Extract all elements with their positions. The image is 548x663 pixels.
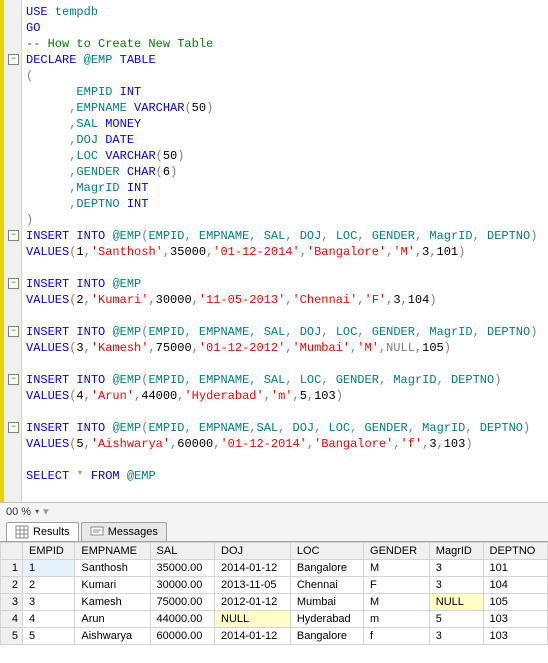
- grid-cell[interactable]: 105: [483, 594, 547, 611]
- grid-cell[interactable]: M: [364, 560, 430, 577]
- zoom-value[interactable]: 00 %: [6, 506, 31, 518]
- grid-cell[interactable]: 2012-01-12: [215, 594, 291, 611]
- grid-cell[interactable]: 5: [429, 611, 483, 628]
- zoom-separator: ▾: [43, 505, 49, 518]
- grid-cell[interactable]: 3: [429, 577, 483, 594]
- zoom-dropdown-icon[interactable]: ▾: [35, 507, 39, 516]
- row-number[interactable]: 5: [1, 628, 23, 645]
- grid-cell[interactable]: Aishwarya: [75, 628, 150, 645]
- grid-cell[interactable]: Hyderabad: [290, 611, 363, 628]
- tab-messages-label: Messages: [108, 526, 158, 538]
- grid-cell[interactable]: Santhosh: [75, 560, 150, 577]
- table-row[interactable]: 11Santhosh35000.002014-01-12BangaloreM31…: [1, 560, 548, 577]
- zoom-toolbar: 00 % ▾ ▾: [0, 502, 548, 520]
- tab-messages[interactable]: Messages: [81, 522, 167, 541]
- column-header[interactable]: DEPTNO: [483, 543, 547, 560]
- column-header[interactable]: LOC: [290, 543, 363, 560]
- grid-cell[interactable]: 2014-01-12: [215, 628, 291, 645]
- row-number[interactable]: 4: [1, 611, 23, 628]
- grid-cell[interactable]: Kamesh: [75, 594, 150, 611]
- grid-cell[interactable]: Mumbai: [290, 594, 363, 611]
- messages-icon: [90, 525, 104, 539]
- grid-cell[interactable]: 3: [23, 594, 75, 611]
- tab-results-label: Results: [33, 526, 70, 538]
- column-header[interactable]: SAL: [150, 543, 214, 560]
- column-header[interactable]: MagrID: [429, 543, 483, 560]
- grid-cell[interactable]: F: [364, 577, 430, 594]
- outline-collapse-icon[interactable]: −: [8, 422, 19, 433]
- grid-cell[interactable]: 101: [483, 560, 547, 577]
- grid-cell[interactable]: 75000.00: [150, 594, 214, 611]
- grid-cell[interactable]: 2: [23, 577, 75, 594]
- grid-cell[interactable]: Arun: [75, 611, 150, 628]
- grid-cell[interactable]: Bangalore: [290, 560, 363, 577]
- outline-collapse-icon[interactable]: −: [8, 326, 19, 337]
- column-header[interactable]: GENDER: [364, 543, 430, 560]
- tab-results[interactable]: Results: [6, 522, 79, 541]
- grid-cell[interactable]: 103: [483, 628, 547, 645]
- outline-collapse-icon[interactable]: −: [8, 374, 19, 385]
- code-area[interactable]: USE tempdbGO-- How to Create New TableDE…: [26, 4, 548, 500]
- grid-cell[interactable]: Chennai: [290, 577, 363, 594]
- outline-collapse-icon[interactable]: −: [8, 230, 19, 241]
- row-number[interactable]: 1: [1, 560, 23, 577]
- sql-editor[interactable]: USE tempdbGO-- How to Create New TableDE…: [0, 0, 548, 502]
- table-row[interactable]: 44Arun44000.00NULLHyderabadm5103: [1, 611, 548, 628]
- grid-cell[interactable]: 2013-11-05: [215, 577, 291, 594]
- column-header[interactable]: EMPID: [23, 543, 75, 560]
- grid-cell[interactable]: 4: [23, 611, 75, 628]
- table-row[interactable]: 55Aishwarya60000.002014-01-12Bangaloref3…: [1, 628, 548, 645]
- grid-cell[interactable]: 30000.00: [150, 577, 214, 594]
- column-header[interactable]: EMPNAME: [75, 543, 150, 560]
- column-header[interactable]: DOJ: [215, 543, 291, 560]
- grid-cell[interactable]: NULL: [429, 594, 483, 611]
- grid-cell[interactable]: 3: [429, 560, 483, 577]
- row-number[interactable]: 2: [1, 577, 23, 594]
- grid-cell[interactable]: 104: [483, 577, 547, 594]
- grid-cell[interactable]: Kumari: [75, 577, 150, 594]
- row-header-blank: [1, 543, 23, 560]
- grid-cell[interactable]: 1: [23, 560, 75, 577]
- grid-cell[interactable]: NULL: [215, 611, 291, 628]
- results-grid-icon: [15, 525, 29, 539]
- grid-cell[interactable]: 44000.00: [150, 611, 214, 628]
- outline-collapse-icon[interactable]: −: [8, 54, 19, 65]
- grid-cell[interactable]: Bangalore: [290, 628, 363, 645]
- grid-cell[interactable]: 103: [483, 611, 547, 628]
- row-number[interactable]: 3: [1, 594, 23, 611]
- table-row[interactable]: 22Kumari30000.002013-11-05ChennaiF3104: [1, 577, 548, 594]
- result-tabs: Results Messages: [0, 520, 548, 542]
- grid-cell[interactable]: 60000.00: [150, 628, 214, 645]
- grid-cell[interactable]: 3: [429, 628, 483, 645]
- results-grid[interactable]: EMPIDEMPNAMESALDOJLOCGENDERMagrIDDEPTNO …: [0, 542, 548, 645]
- grid-cell[interactable]: 2014-01-12: [215, 560, 291, 577]
- grid-cell[interactable]: 35000.00: [150, 560, 214, 577]
- table-row[interactable]: 33Kamesh75000.002012-01-12MumbaiMNULL105: [1, 594, 548, 611]
- grid-cell[interactable]: M: [364, 594, 430, 611]
- outline-collapse-icon[interactable]: −: [8, 278, 19, 289]
- grid-cell[interactable]: 5: [23, 628, 75, 645]
- grid-cell[interactable]: m: [364, 611, 430, 628]
- grid-cell[interactable]: f: [364, 628, 430, 645]
